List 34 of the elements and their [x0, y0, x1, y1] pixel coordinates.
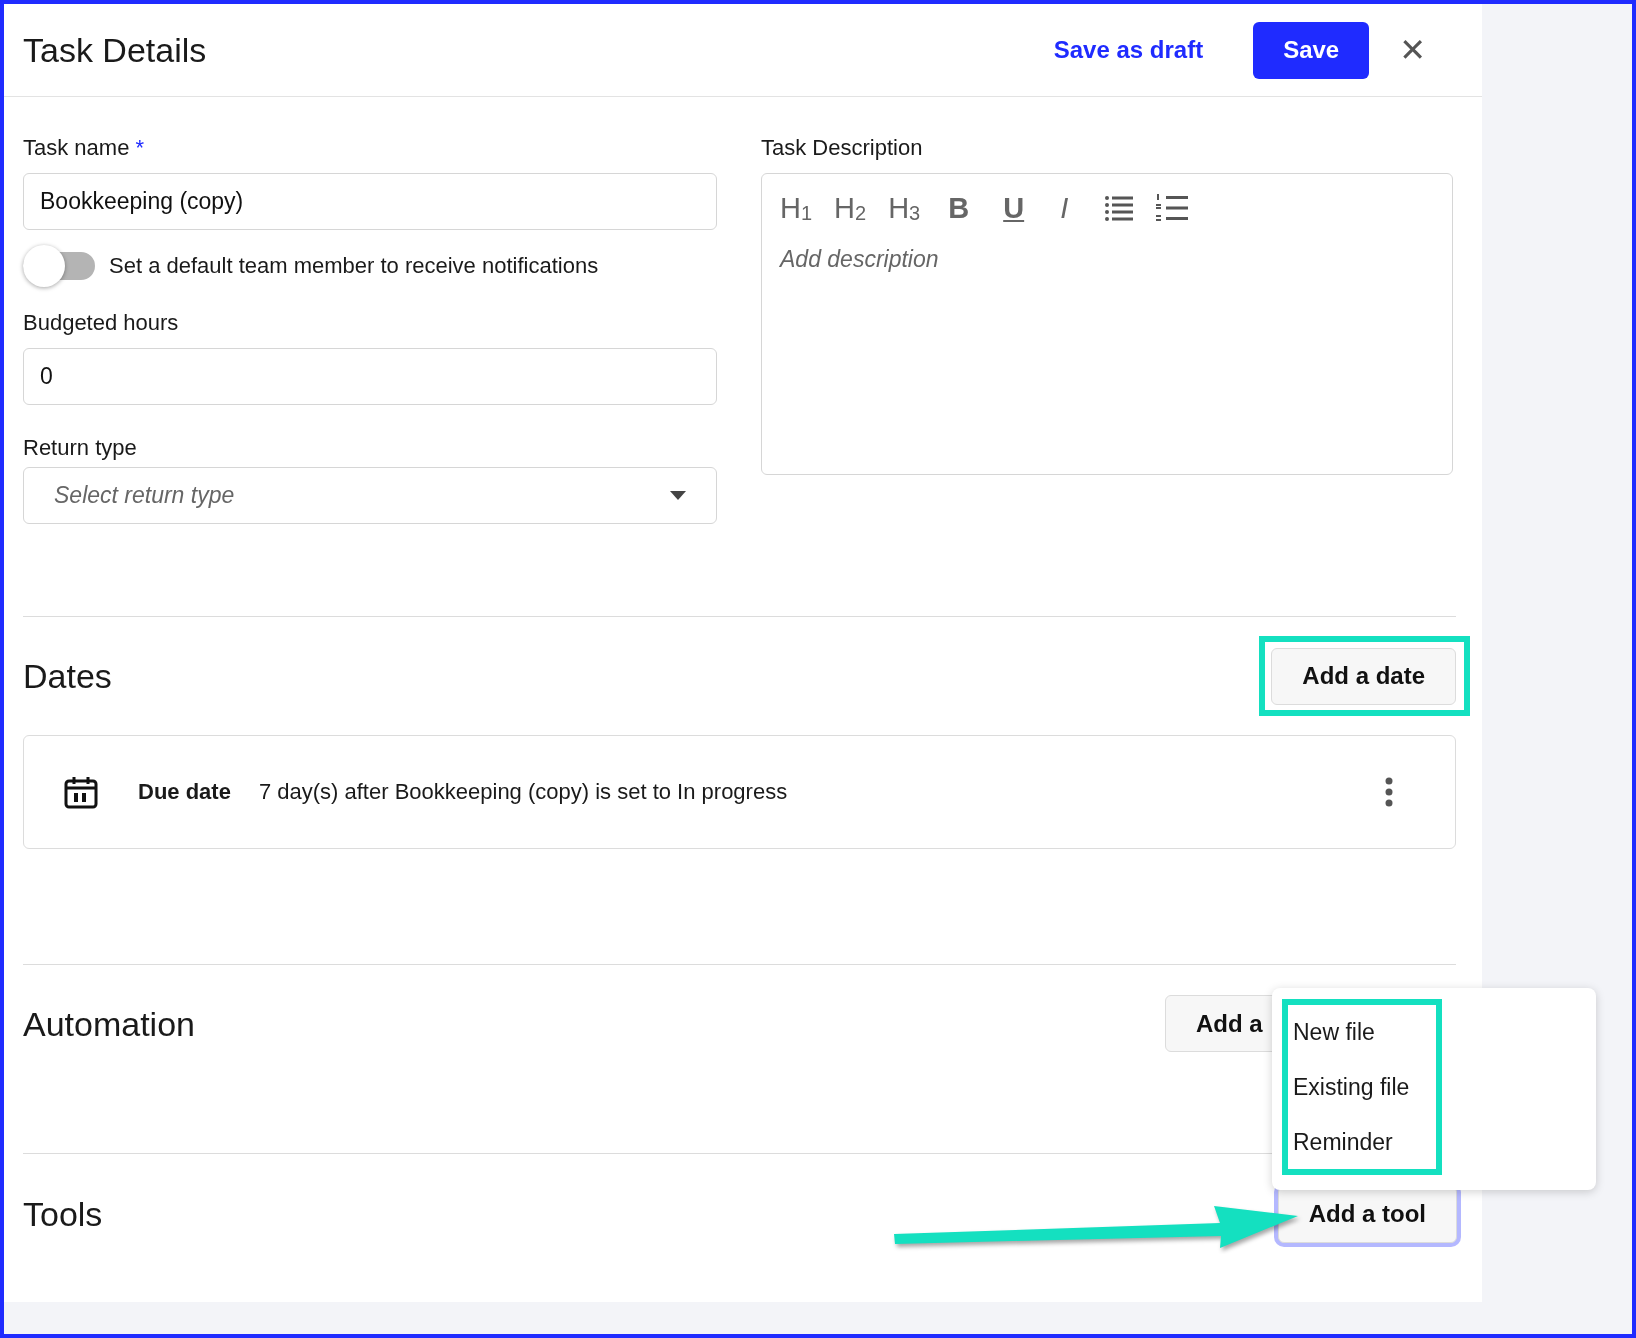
- underline-button[interactable]: U: [1003, 191, 1025, 225]
- italic-button[interactable]: I: [1060, 191, 1069, 225]
- section-title: Tools: [23, 1194, 103, 1234]
- more-options-icon[interactable]: [1385, 777, 1393, 807]
- save-draft-link[interactable]: Save as draft: [1053, 36, 1204, 64]
- toggle-label: Set a default team member to receive notifications: [109, 253, 599, 279]
- heading-button[interactable]: H$_{1}$: [780, 191, 813, 225]
- return-type-dropdown[interactable]: Select return type: [23, 467, 717, 524]
- section-title: Dates: [23, 656, 112, 696]
- notification-toggle[interactable]: [23, 245, 95, 287]
- description-placeholder: Add description: [780, 246, 940, 273]
- description-editor[interactable]: H$_{1}$ H$_{2}$ H$_{3}$ B U I Add description: [761, 173, 1453, 475]
- window-title: Task Details: [23, 30, 207, 70]
- date-type: Due date: [138, 779, 231, 805]
- numbered-list-icon[interactable]: [1156, 193, 1189, 223]
- bullet-list-icon[interactable]: [1104, 194, 1135, 222]
- budgeted-hours-field[interactable]: 0: [23, 348, 717, 405]
- save-button[interactable]: Save: [1253, 21, 1370, 79]
- heading-button[interactable]: H$_{2}$: [834, 191, 867, 225]
- field-label: Return type: [23, 435, 138, 461]
- menu-item[interactable]: Existing file: [1293, 1072, 1410, 1102]
- date-rule: 7 day(s) after Bookkeeping (copy) is set to In progress: [258, 779, 789, 805]
- close-button[interactable]: ✕: [1399, 31, 1426, 69]
- task-name-field[interactable]: Bookkeeping (copy): [23, 173, 717, 230]
- bold-button[interactable]: B: [948, 191, 970, 225]
- heading-button[interactable]: H$_{3}$: [888, 191, 921, 225]
- field-label: Task Description: [761, 135, 924, 161]
- caret-icon: [670, 491, 686, 500]
- menu-item[interactable]: Reminder: [1293, 1126, 1393, 1157]
- field-label: Task name *: [23, 135, 146, 161]
- calendar-icon: [64, 775, 98, 809]
- add-date-button[interactable]: Add a date: [1271, 647, 1456, 705]
- field-label: Budgeted hours: [23, 310, 180, 336]
- section-title: Automation: [23, 1005, 195, 1044]
